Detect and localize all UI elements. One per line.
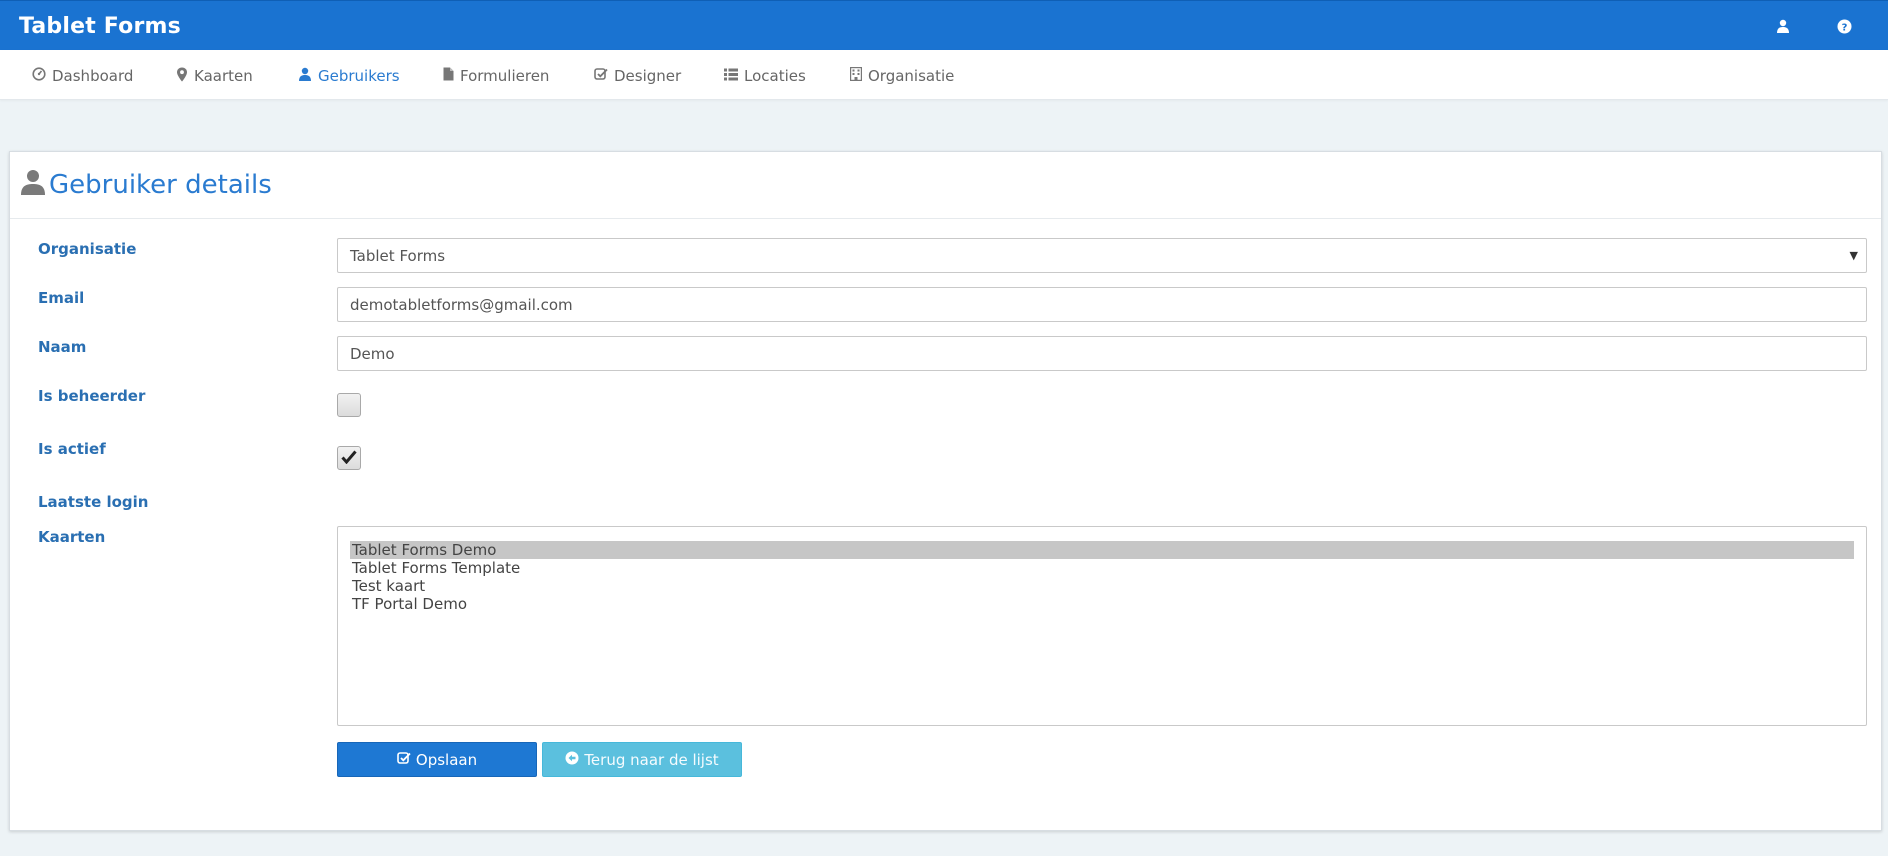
is-beheerder-label: Is beheerder <box>38 387 146 405</box>
panel-header: Gebruiker details <box>10 152 1881 219</box>
arrow-circle-left-icon <box>565 751 579 769</box>
nav-label: Designer <box>614 67 682 85</box>
email-label: Email <box>38 289 85 307</box>
email-value: demotabletforms@gmail.com <box>350 295 573 314</box>
user-icon <box>298 67 312 85</box>
top-bar: Tablet Forms ? <box>0 0 1888 50</box>
nav-item-organisatie[interactable]: Organisatie <box>849 66 955 86</box>
svg-text:?: ? <box>1841 22 1847 33</box>
main-nav: Dashboard Kaarten Gebruikers Formulieren… <box>0 50 1888 100</box>
organisatie-select[interactable]: Tablet Forms ▼ <box>337 238 1867 273</box>
kaarten-listbox[interactable]: Tablet Forms Demo Tablet Forms Template … <box>337 526 1867 726</box>
naam-value: Demo <box>350 344 395 363</box>
nav-item-kaarten[interactable]: Kaarten <box>176 66 253 86</box>
user-icon <box>20 169 46 199</box>
list-icon <box>724 67 738 85</box>
nav-item-designer[interactable]: Designer <box>594 66 681 86</box>
organisatie-value: Tablet Forms <box>350 246 446 265</box>
user-icon[interactable] <box>1773 16 1793 36</box>
is-beheerder-checkbox[interactable] <box>337 393 361 417</box>
nav-item-gebruikers[interactable]: Gebruikers <box>298 66 400 86</box>
chevron-down-icon: ▼ <box>1849 249 1858 262</box>
back-button-label: Terug naar de lijst <box>584 750 719 769</box>
nav-label: Formulieren <box>460 67 550 85</box>
naam-label: Naam <box>38 338 87 356</box>
nav-label: Organisatie <box>868 67 955 85</box>
list-item[interactable]: TF Portal Demo <box>350 595 1854 613</box>
building-icon <box>849 66 863 85</box>
map-marker-icon <box>176 67 188 86</box>
dashboard-icon <box>32 67 46 85</box>
question-icon[interactable]: ? <box>1834 16 1854 36</box>
list-item[interactable]: Tablet Forms Demo <box>350 541 1854 559</box>
check-square-icon <box>594 67 608 85</box>
laatste-login-label: Laatste login <box>38 493 149 511</box>
file-icon <box>443 67 454 85</box>
nav-label: Gebruikers <box>318 67 400 85</box>
nav-item-dashboard[interactable]: Dashboard <box>32 66 133 86</box>
back-to-list-button[interactable]: Terug naar de lijst <box>542 742 742 777</box>
list-item[interactable]: Tablet Forms Template <box>350 559 1854 577</box>
organisatie-label: Organisatie <box>38 240 137 258</box>
nav-item-locaties[interactable]: Locaties <box>724 66 806 86</box>
user-details-panel: Gebruiker details Organisatie Tablet For… <box>9 151 1882 831</box>
check-icon <box>341 449 357 468</box>
page-title: Gebruiker details <box>49 170 272 200</box>
check-square-icon <box>397 751 411 769</box>
nav-label: Kaarten <box>194 67 253 85</box>
is-actief-label: Is actief <box>38 440 106 458</box>
email-field[interactable]: demotabletforms@gmail.com <box>337 287 1867 322</box>
list-item[interactable]: Test kaart <box>350 577 1854 595</box>
is-actief-checkbox[interactable] <box>337 446 361 470</box>
nav-label: Locaties <box>744 67 806 85</box>
save-button-label: Opslaan <box>415 750 478 769</box>
naam-field[interactable]: Demo <box>337 336 1867 371</box>
app-title[interactable]: Tablet Forms <box>19 14 181 39</box>
nav-label: Dashboard <box>52 67 134 85</box>
kaarten-label: Kaarten <box>38 528 106 546</box>
save-button[interactable]: Opslaan <box>337 742 537 777</box>
nav-item-formulieren[interactable]: Formulieren <box>443 66 549 86</box>
